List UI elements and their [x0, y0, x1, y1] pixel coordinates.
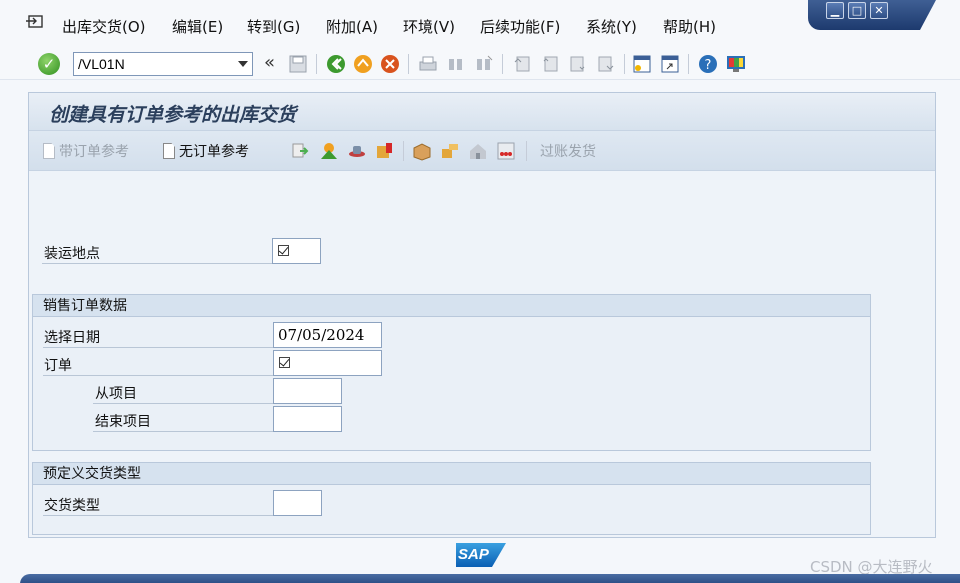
enter-check-icon[interactable]: ✓	[38, 53, 60, 75]
customize-layout-icon[interactable]	[726, 54, 746, 74]
menu-goto[interactable]: 转到(G)	[247, 16, 300, 37]
shipping-point-label: 装运地点	[44, 246, 100, 262]
back-history-icon[interactable]: «	[264, 52, 275, 73]
command-field[interactable]	[73, 52, 253, 76]
package-icon[interactable]	[412, 141, 432, 161]
partner-icon[interactable]	[319, 141, 339, 161]
with-order-ref-button: 带订单参考	[43, 141, 129, 161]
status-bar	[20, 574, 960, 583]
close-button[interactable]: ✕	[870, 2, 888, 19]
first-page-icon[interactable]	[512, 54, 532, 74]
maximize-button[interactable]: □	[848, 2, 866, 19]
from-item-label: 从项目	[95, 386, 137, 402]
system-toolbar: ✓ « ?	[0, 48, 960, 80]
order-label: 订单	[44, 358, 72, 374]
with-order-ref-label: 带订单参考	[59, 144, 129, 160]
minimize-button[interactable]: ▁	[826, 2, 844, 19]
save-icon[interactable]	[288, 54, 308, 74]
required-field-check-icon	[278, 245, 289, 256]
title-bar: 创建具有订单参考的出库交货	[29, 93, 935, 131]
without-order-ref-button[interactable]: 无订单参考	[163, 141, 249, 161]
from-item-field[interactable]	[273, 378, 342, 404]
previous-page-icon[interactable]	[540, 54, 560, 74]
warehouse-icon[interactable]	[468, 141, 488, 161]
back-icon[interactable]	[326, 54, 346, 74]
next-page-icon[interactable]	[568, 54, 588, 74]
alert-icon[interactable]	[375, 141, 395, 161]
print-icon[interactable]	[418, 54, 438, 74]
delivery-type-field[interactable]	[273, 490, 322, 516]
menu-system[interactable]: 系统(Y)	[586, 16, 637, 37]
menu-extras[interactable]: 附加(A)	[326, 16, 378, 37]
menu-outbound-delivery[interactable]: 出库交货(O)	[62, 16, 146, 37]
to-item-input[interactable]	[274, 407, 341, 431]
menu-entry-icon[interactable]	[26, 14, 46, 30]
page-title: 创建具有订单参考的出库交货	[49, 104, 297, 126]
document-icon	[163, 143, 175, 159]
help-icon[interactable]: ?	[698, 54, 718, 74]
to-item-field[interactable]	[273, 406, 342, 432]
application-toolbar: 带订单参考 无订单参考 过账发货	[29, 131, 935, 171]
command-input[interactable]	[78, 55, 228, 73]
last-page-icon[interactable]	[596, 54, 616, 74]
selection-date-label: 选择日期	[44, 330, 100, 346]
find-next-icon[interactable]	[474, 54, 494, 74]
sales-order-data-group: 销售订单数据 选择日期 订单 从项目 结束项目	[32, 294, 871, 451]
header-hat-icon[interactable]	[347, 141, 367, 161]
selection-date-field[interactable]	[273, 322, 382, 348]
content-frame: 创建具有订单参考的出库交货 带订单参考 无订单参考 过账发货 装运地点 销售订单…	[28, 92, 936, 538]
predefined-delivery-type-heading: 预定义交货类型	[33, 463, 870, 485]
selection-date-input[interactable]	[274, 323, 381, 347]
create-session-icon[interactable]	[632, 54, 652, 74]
predefined-delivery-type-group: 预定义交货类型 交货类型	[32, 462, 871, 535]
menu-help[interactable]: 帮助(H)	[663, 16, 716, 37]
document-icon	[43, 143, 55, 159]
exit-icon[interactable]	[353, 54, 373, 74]
cancel-icon[interactable]	[380, 54, 400, 74]
from-item-input[interactable]	[274, 379, 341, 403]
order-field[interactable]	[273, 350, 382, 376]
required-field-check-icon	[279, 357, 290, 368]
menu-environment[interactable]: 环境(V)	[403, 16, 455, 37]
shortcut-icon[interactable]	[660, 54, 680, 74]
without-order-ref-label: 无订单参考	[179, 144, 249, 160]
picking-icon[interactable]	[440, 141, 460, 161]
menu-bar: 出库交货(O) 编辑(E) 转到(G) 附加(A) 环境(V) 后续功能(F) …	[0, 0, 960, 48]
menu-edit[interactable]: 编辑(E)	[172, 16, 223, 37]
to-item-label: 结束项目	[95, 414, 151, 430]
delivery-type-input[interactable]	[274, 491, 321, 515]
batch-split-icon[interactable]	[496, 141, 516, 161]
post-goods-issue-button: 过账发货	[540, 144, 596, 160]
copy-doc-icon[interactable]	[290, 141, 310, 161]
chevron-down-icon[interactable]	[238, 61, 248, 67]
menu-subsequent-functions[interactable]: 后续功能(F)	[480, 16, 560, 37]
delivery-type-label: 交货类型	[44, 498, 100, 514]
shipping-point-field[interactable]	[272, 238, 321, 264]
svg-text:?: ?	[705, 58, 712, 73]
find-icon[interactable]	[446, 54, 466, 74]
window-controls: ▁ □ ✕	[808, 0, 960, 30]
sap-logo: SAP	[456, 543, 506, 567]
sales-order-data-heading: 销售订单数据	[33, 295, 870, 317]
